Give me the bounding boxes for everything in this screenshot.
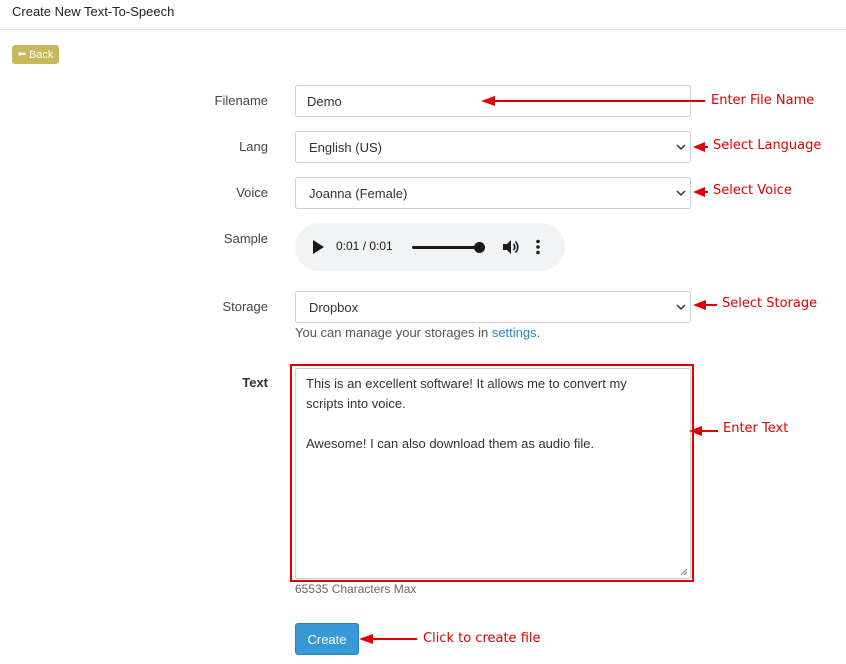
storage-help-prefix: You can manage your storages in — [295, 325, 492, 340]
storage-help-suffix: . — [536, 325, 541, 340]
filename-value: Demo — [307, 93, 342, 109]
chevron-down-icon — [676, 144, 686, 151]
sample-label: Sample — [223, 231, 268, 246]
arrowhead-voice — [693, 187, 705, 197]
text-blank-line — [306, 414, 680, 434]
arrowhead-language — [693, 142, 705, 152]
settings-link[interactable]: settings — [492, 325, 537, 340]
lang-selected-value: English (US) — [309, 139, 382, 155]
text-label: Text — [242, 375, 268, 390]
voice-label: Voice — [236, 185, 268, 200]
text-input[interactable]: This is an excellent software! It allows… — [295, 368, 691, 579]
storage-label: Storage — [222, 299, 268, 314]
storage-select[interactable]: Dropbox — [295, 291, 691, 323]
back-button[interactable]: ⬅ Back — [12, 45, 59, 64]
storage-help-text: You can manage your storages in settings… — [295, 325, 540, 340]
storage-selected-value: Dropbox — [309, 299, 359, 315]
audio-time: 0:01 / 0:01 — [336, 239, 393, 253]
character-limit: 65535 Characters Max — [295, 582, 417, 596]
back-button-label: Back — [28, 48, 54, 61]
volume-icon[interactable] — [502, 239, 520, 255]
lang-label: Lang — [239, 139, 268, 154]
top-bar: Create New Text-To-Speech — [0, 0, 846, 30]
arrow-left-icon: ⬅ — [17, 49, 26, 60]
text-line-1: This is an excellent software! It allows… — [306, 376, 627, 391]
audio-progress-track[interactable] — [412, 246, 480, 249]
arrowhead-storage — [693, 300, 706, 310]
audio-progress-handle[interactable] — [474, 242, 485, 253]
text-line-3: Awesome! I can also download them as aud… — [306, 436, 595, 451]
page-title: Create New Text-To-Speech — [12, 4, 175, 19]
annotation-create: Click to create file — [423, 631, 541, 646]
more-options-icon[interactable] — [536, 239, 540, 255]
voice-selected-value: Joanna (Female) — [309, 185, 408, 201]
lang-select[interactable]: English (US) — [295, 131, 691, 163]
annotation-text: Enter Text — [723, 421, 789, 436]
text-line-2: scripts into voice. — [306, 396, 406, 411]
audio-player[interactable]: 0:01 / 0:01 — [295, 223, 565, 271]
annotation-language: Select Language — [713, 138, 822, 153]
voice-select[interactable]: Joanna (Female) — [295, 177, 691, 209]
create-button[interactable]: Create — [295, 623, 359, 655]
resize-grip-icon[interactable] — [680, 568, 688, 576]
filename-input[interactable]: Demo — [295, 85, 691, 117]
annotation-filename: Enter File Name — [711, 93, 815, 108]
filename-label: Filename — [214, 93, 268, 108]
annotation-storage: Select Storage — [722, 296, 818, 311]
annotation-voice: Select Voice — [713, 183, 792, 198]
arrowhead-create — [359, 634, 373, 644]
chevron-down-icon — [676, 190, 686, 197]
chevron-down-icon — [676, 304, 686, 311]
play-icon[interactable] — [313, 240, 324, 254]
